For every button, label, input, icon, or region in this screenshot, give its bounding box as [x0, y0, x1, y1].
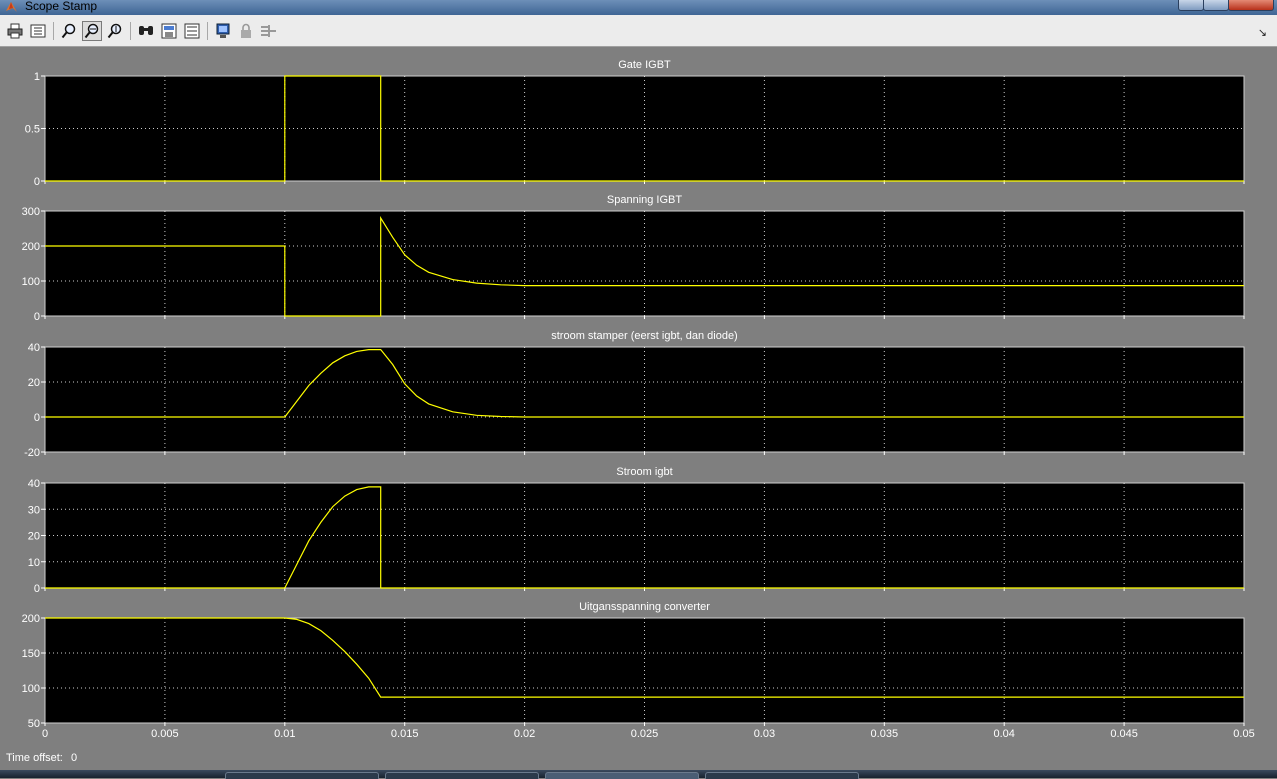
- y-tick-label: 0: [34, 412, 40, 424]
- signal-selector-icon: [261, 25, 276, 37]
- zoom-icon: [61, 23, 76, 39]
- minimize-button[interactable]: [1178, 0, 1204, 11]
- window-title: Scope Stamp: [25, 0, 98, 13]
- close-button[interactable]: [1228, 0, 1274, 11]
- y-tick-label: 0.5: [25, 124, 40, 136]
- y-tick-label: 1: [34, 71, 40, 83]
- y-tick-label: 200: [22, 241, 40, 253]
- y-tick-label: 0: [34, 176, 40, 188]
- x-tick-label: 0.005: [151, 728, 179, 740]
- zoom-y-icon: [107, 23, 122, 39]
- floating-scope-icon: [216, 23, 230, 38]
- save-axes-button[interactable]: [159, 21, 179, 41]
- zoom-button[interactable]: [59, 21, 79, 41]
- scope-panel-4[interactable]: 0 10 20 30 40 Stroom igbt: [28, 466, 1245, 595]
- y-tick-label: 200: [22, 613, 40, 625]
- y-tick-label: 10: [28, 557, 40, 569]
- panel-title: Uitgansspanning converter: [579, 601, 710, 613]
- x-tick-label: 0.04: [993, 728, 1014, 740]
- panel-title: Spanning IGBT: [607, 194, 682, 206]
- matlab-icon: [6, 2, 17, 12]
- parameters-button[interactable]: [28, 21, 48, 41]
- y-tick-label: 100: [22, 276, 40, 288]
- x-tick-label: 0.015: [391, 728, 419, 740]
- y-tick-label: 20: [28, 531, 40, 543]
- zoom-x-button[interactable]: [82, 21, 102, 41]
- x-tick-label: 0.03: [754, 728, 775, 740]
- title-bar: Scope Stamp: [0, 0, 1277, 15]
- save-axes-icon: [161, 23, 177, 39]
- x-tick-label: 0.01: [274, 728, 295, 740]
- signal-selector-button[interactable]: [259, 21, 279, 41]
- toolbar: ↘: [0, 15, 1277, 47]
- y-tick-label: 0: [34, 583, 40, 595]
- scope-panel-1[interactable]: 0 0.5 1 Gate IGBT: [25, 59, 1245, 188]
- y-tick-label: 100: [22, 683, 40, 695]
- y-tick-label: 40: [28, 478, 40, 490]
- x-tick-label: 0.05: [1233, 728, 1254, 740]
- maximize-button[interactable]: [1203, 0, 1229, 11]
- y-tick-label: 0: [34, 311, 40, 323]
- print-button[interactable]: [5, 21, 25, 41]
- dock-icon[interactable]: ↘: [1258, 26, 1267, 39]
- parameters-icon: [30, 24, 46, 38]
- scope-panel-5[interactable]: 50 100 150 200 0 0.005 0.01 0.015 0.02 0.025 0.03 0…: [22, 601, 1255, 740]
- print-icon: [7, 23, 23, 39]
- x-tick-label: 0.025: [631, 728, 659, 740]
- y-tick-label: 30: [28, 504, 40, 516]
- zoom-y-button[interactable]: [105, 21, 125, 41]
- time-offset-value: 0: [71, 752, 78, 764]
- autoscale-button[interactable]: [136, 21, 156, 41]
- toolbar-separator: [53, 22, 54, 40]
- toolbar-separator: [207, 22, 208, 40]
- y-tick-label: 50: [28, 718, 40, 730]
- lock-icon: [241, 23, 251, 38]
- x-tick-label: 0.045: [1110, 728, 1138, 740]
- scope-panel-2[interactable]: 0 100 200 300 Spanning IGBT: [22, 194, 1245, 323]
- x-tick-label: 0.02: [514, 728, 535, 740]
- y-tick-label: -20: [24, 447, 40, 459]
- autoscale-icon: [139, 26, 153, 35]
- time-offset-label: Time offset:: [6, 752, 63, 764]
- toolbar-separator: [130, 22, 131, 40]
- scope-plot-area: 00.51Gate IGBT0100200300Spanning IGBT-20…: [22, 59, 1255, 740]
- restore-axes-icon: [184, 23, 200, 39]
- y-tick-label: 40: [28, 342, 40, 354]
- floating-scope-button[interactable]: [213, 21, 233, 41]
- panel-title: Gate IGBT: [618, 59, 671, 71]
- x-tick-label: 0.035: [871, 728, 899, 740]
- zoom-x-icon: [84, 23, 99, 39]
- restore-axes-button[interactable]: [182, 21, 202, 41]
- panel-title: Stroom igbt: [616, 466, 672, 478]
- y-tick-label: 150: [22, 648, 40, 660]
- panel-title: stroom stamper (eerst igbt, dan diode): [551, 330, 737, 342]
- y-tick-label: 20: [28, 377, 40, 389]
- x-tick-label: 0: [42, 728, 48, 740]
- y-tick-label: 300: [22, 206, 40, 218]
- scope-panel-3[interactable]: -20 0 20 40 stroom stamper (eerst igbt, dan …: [24, 330, 1245, 459]
- lock-axes-button[interactable]: [236, 21, 256, 41]
